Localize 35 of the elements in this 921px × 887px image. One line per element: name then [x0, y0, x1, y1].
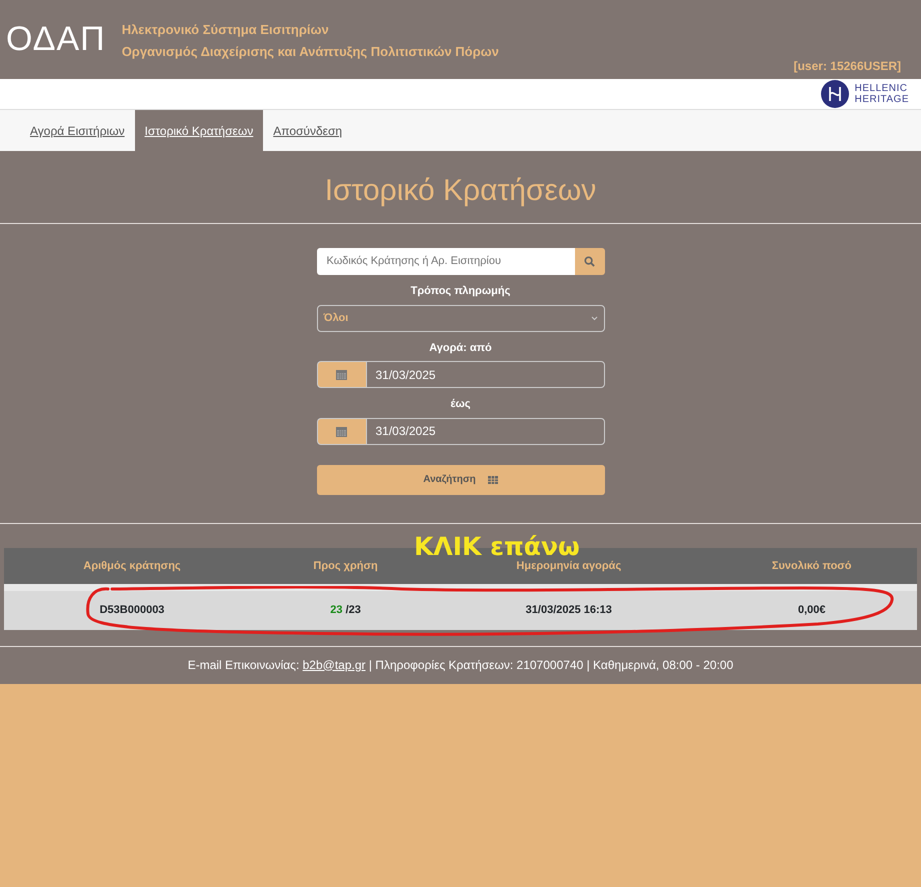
footer-text: E-mail Επικοινωνίας: b2b@tap.gr | Πληροφορίες Κρατήσεων: 2107000740 | Καθημερινά, 08:00 - 20:00	[186, 656, 734, 674]
user-label: [user: 15266USER]	[794, 58, 901, 75]
table-cell: D53B000003	[100, 604, 164, 616]
page-title: Ιστορικό Κρατήσεων	[0, 151, 921, 224]
search-submit-button[interactable]: Αναζήτηση	[316, 464, 604, 494]
field-label: Τρόπος πληρωμής	[410, 284, 512, 299]
nav-tab[interactable]: Αποσύνδεση	[263, 110, 352, 151]
column-header: Αριθμός κράτησης	[83, 560, 181, 572]
date-field[interactable]: 31/03/2025	[366, 361, 604, 388]
column-header: Ημερομηνία αγοράς	[516, 560, 622, 572]
chevron-down-icon	[590, 316, 598, 320]
organization-name: Οργανισμός Διαχείρισης και Ανάπτυξης Πολιτιστικών Πόρων	[122, 43, 499, 61]
annotation-text: ΚΛΙΚ επάνω	[414, 534, 580, 558]
calendar-icon	[336, 369, 347, 380]
date-field[interactable]: 31/03/2025	[366, 418, 604, 444]
email-link[interactable]: b2b@tap.gr	[302, 658, 366, 672]
partner-logo-text: HERITAGE	[854, 94, 909, 105]
payment-dropdown[interactable]: Όλοι	[316, 304, 604, 332]
calendar-icon	[336, 426, 347, 436]
search-icon	[584, 256, 595, 267]
search-field[interactable]: Κωδικός Κράτησης ή Αρ. Εισιτηρίου	[316, 248, 574, 275]
table-cell: 23 /23	[330, 604, 361, 616]
logo: ΟΔΑΠ	[5, 19, 106, 60]
table-cell: 31/03/2025 16:13	[526, 604, 612, 616]
nav-tab[interactable]: Αγορά Εισιτήριων	[20, 110, 135, 151]
field-label: Αγορά: από	[428, 340, 493, 356]
field-label: έως	[450, 397, 472, 412]
column-header: Συνολικό ποσό	[772, 560, 852, 572]
search-button[interactable]	[574, 248, 604, 275]
system-title: Ηλεκτρονικό Σύστημα Εισιτηρίων	[122, 21, 330, 39]
partner-logo-text: HELLENIC	[854, 83, 909, 94]
nav-tab[interactable]: Ιστορικό Κρατήσεων	[134, 110, 264, 151]
column-header: Προς χρήση	[313, 560, 378, 572]
table-cell: 0,00€	[798, 604, 826, 616]
table-icon	[488, 476, 498, 484]
